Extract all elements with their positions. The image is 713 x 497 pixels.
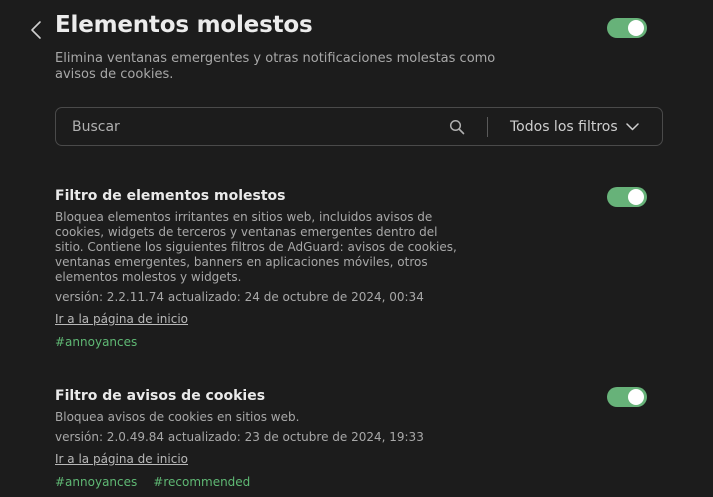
toggle-knob (628, 389, 644, 405)
toggle-knob (628, 189, 644, 205)
annoyances-settings-page: Elementos molestos Elimina ventanas emer… (0, 0, 713, 497)
toggle-knob (628, 20, 644, 36)
chevron-left-icon (31, 21, 41, 39)
filter-item: Filtro de avisos de cookies Bloquea avis… (55, 387, 475, 490)
filter-description: Bloquea avisos de cookies en sitios web. (55, 410, 300, 424)
back-button[interactable] (27, 19, 45, 41)
page-title: Elementos molestos (55, 12, 313, 38)
search-input[interactable] (72, 116, 432, 138)
filter-select-dropdown[interactable]: Todos los filtros (510, 117, 639, 137)
tag-recommended[interactable]: #recommended (153, 475, 250, 490)
search-bar: Todos los filtros (55, 107, 663, 146)
search-divider (487, 117, 488, 137)
filter-tags: #annoyances #recommended (55, 475, 475, 490)
filter-toggle[interactable] (607, 387, 647, 407)
filter-version: versión: 2.2.11.74 actualizado: 24 de oc… (55, 290, 424, 304)
chevron-down-icon (625, 123, 639, 131)
filter-description: Bloquea elementos irritantes en sitios w… (55, 210, 457, 284)
filter-name: Filtro de avisos de cookies (55, 388, 266, 404)
search-icon[interactable] (449, 119, 465, 135)
filter-toggle[interactable] (607, 187, 647, 207)
filter-tags: #annoyances (55, 335, 475, 350)
filter-version: versión: 2.0.49.84 actualizado: 23 de oc… (55, 430, 424, 444)
page-subtitle: Elimina ventanas emergentes y otras noti… (55, 51, 496, 82)
tag-annoyances[interactable]: #annoyances (55, 335, 137, 350)
tag-annoyances[interactable]: #annoyances (55, 475, 137, 490)
homepage-link[interactable]: Ir a la página de inicio (55, 312, 188, 327)
filter-item: Filtro de elementos molestos Bloquea ele… (55, 187, 475, 350)
filter-name: Filtro de elementos molestos (55, 188, 286, 204)
filter-select-label: Todos los filtros (510, 119, 618, 135)
group-toggle[interactable] (607, 18, 647, 38)
homepage-link[interactable]: Ir a la página de inicio (55, 452, 188, 467)
